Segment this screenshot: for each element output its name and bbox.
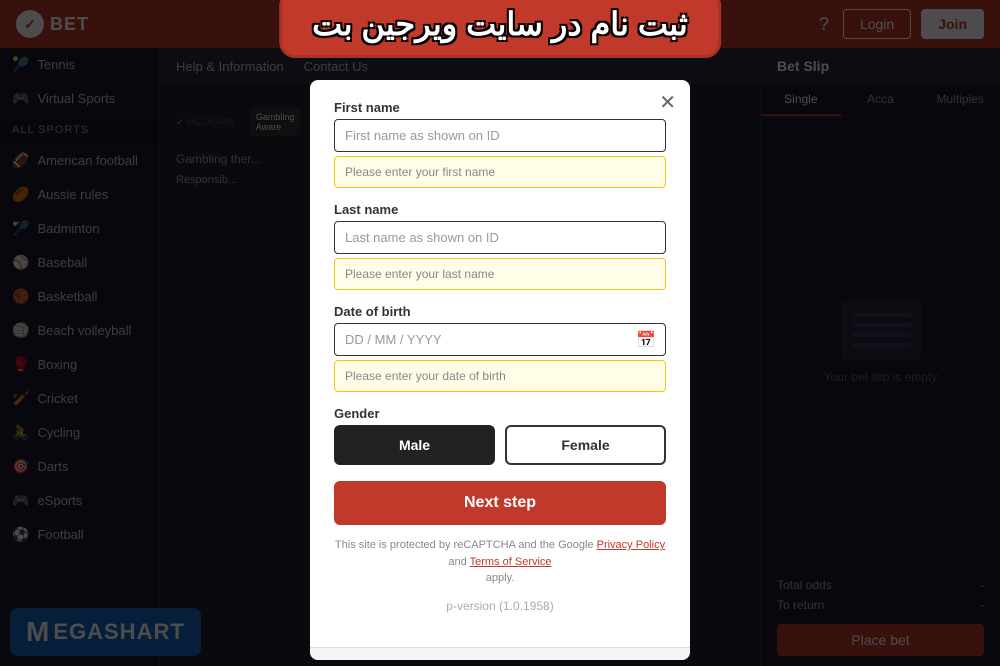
modal-footer: ✓ eCOGRA International betting integrity…	[310, 647, 690, 661]
modal-close-button[interactable]: ✕	[659, 90, 676, 115]
last-name-hint: Please enter your last name	[334, 258, 666, 290]
last-name-group: Last name Please enter your last name	[334, 202, 666, 290]
gender-male-button[interactable]: Male	[334, 425, 495, 465]
dob-input[interactable]	[334, 323, 666, 356]
registration-modal: ✕ First name Please enter your first nam…	[310, 80, 690, 660]
modal-content: First name Please enter your first name …	[310, 80, 690, 647]
gender-group: Gender Male Female	[334, 406, 666, 465]
first-name-group: First name Please enter your first name	[334, 100, 666, 188]
privacy-policy-link[interactable]: Privacy Policy	[597, 539, 665, 551]
captcha-text: This site is protected by reCAPTCHA and …	[334, 537, 666, 587]
persian-text: ثبت نام در سایت ویرجین بت	[312, 5, 688, 43]
last-name-label: Last name	[334, 202, 666, 217]
next-step-button[interactable]: Next step	[334, 481, 666, 525]
version-text: p-version (1.0.1958)	[334, 599, 666, 613]
modal-overlay: ثبت نام در سایت ویرجین بت ✕ First name P…	[0, 0, 1000, 666]
date-wrapper: 📅	[334, 323, 666, 356]
persian-banner: ثبت نام در سایت ویرجین بت	[279, 0, 721, 58]
last-name-input[interactable]	[334, 221, 666, 254]
dob-group: Date of birth 📅 Please enter your date o…	[334, 304, 666, 392]
gender-female-button[interactable]: Female	[505, 425, 666, 465]
terms-link[interactable]: Terms of Service	[470, 556, 552, 568]
intl-betting-logo: International betting integrity associat…	[474, 660, 554, 661]
first-name-label: First name	[334, 100, 666, 115]
first-name-hint: Please enter your first name	[334, 156, 666, 188]
gender-buttons: Male Female	[334, 425, 666, 465]
dob-hint: Please enter your date of birth	[334, 360, 666, 392]
first-name-input[interactable]	[334, 119, 666, 152]
dob-label: Date of birth	[334, 304, 666, 319]
gender-label: Gender	[334, 406, 666, 421]
